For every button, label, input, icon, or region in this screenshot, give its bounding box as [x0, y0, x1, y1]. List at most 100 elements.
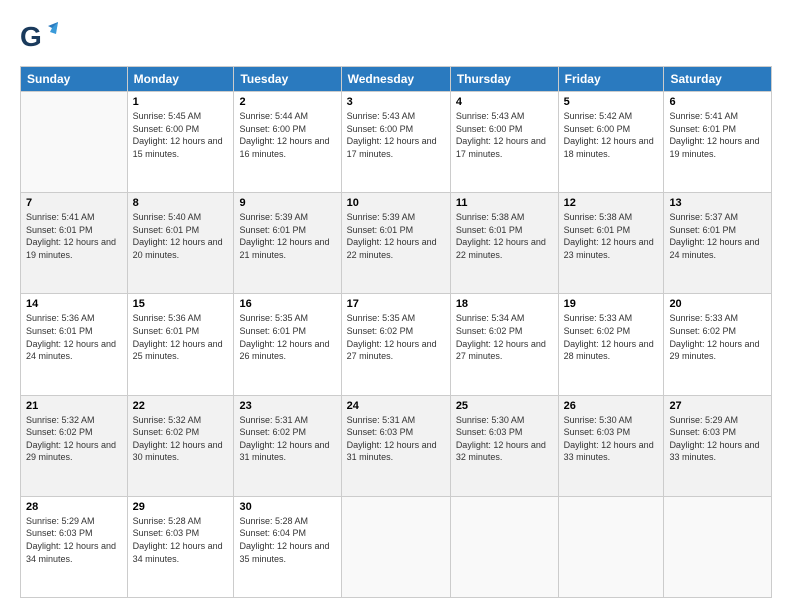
day-info: Sunrise: 5:31 AMSunset: 6:03 PMDaylight:…: [347, 414, 445, 464]
day-number: 7: [26, 197, 122, 209]
header-day-tuesday: Tuesday: [234, 67, 341, 92]
day-info: Sunrise: 5:40 AMSunset: 6:01 PMDaylight:…: [133, 211, 229, 261]
day-info: Sunrise: 5:42 AMSunset: 6:00 PMDaylight:…: [564, 110, 659, 160]
day-info: Sunrise: 5:32 AMSunset: 6:02 PMDaylight:…: [26, 414, 122, 464]
calendar-cell: 23 Sunrise: 5:31 AMSunset: 6:02 PMDayligh…: [234, 395, 341, 496]
calendar-page: G SundayMondayTuesdayWednesdayThursdayFr…: [0, 0, 792, 612]
day-number: 1: [133, 96, 229, 108]
calendar-cell: 16Sunrise: 5:35 AMSunset: 6:01 PMDayligh…: [234, 294, 341, 395]
day-number: 24: [347, 400, 445, 412]
header-day-sunday: Sunday: [21, 67, 128, 92]
day-number: 5: [564, 96, 659, 108]
calendar-cell: 25 Sunrise: 5:30 AMSunset: 6:03 PMDayligh…: [450, 395, 558, 496]
day-info: Sunrise: 5:29 AMSunset: 6:03 PMDaylight:…: [26, 515, 122, 565]
logo-icon: G: [20, 18, 58, 56]
day-info: Sunrise: 5:28 AMSunset: 6:04 PMDaylight:…: [239, 515, 335, 565]
calendar-cell: 17 Sunrise: 5:35 AMSunset: 6:02 PMDayligh…: [341, 294, 450, 395]
day-info: Sunrise: 5:43 AMSunset: 6:00 PMDaylight:…: [456, 110, 553, 160]
day-number: 6: [669, 96, 766, 108]
calendar-cell: 24 Sunrise: 5:31 AMSunset: 6:03 PMDayligh…: [341, 395, 450, 496]
calendar-week-4: 21Sunrise: 5:32 AMSunset: 6:02 PMDayligh…: [21, 395, 772, 496]
day-number: 10: [347, 197, 445, 209]
day-info: Sunrise: 5:33 AMSunset: 6:02 PMDaylight:…: [669, 312, 766, 362]
day-number: 22: [133, 400, 229, 412]
day-number: 8: [133, 197, 229, 209]
calendar-cell: [450, 496, 558, 597]
day-info: Sunrise: 5:38 AMSunset: 6:01 PMDaylight:…: [564, 211, 659, 261]
day-info: Sunrise: 5:37 AMSunset: 6:01 PMDaylight:…: [669, 211, 766, 261]
calendar-cell: 10Sunrise: 5:39 AMSunset: 6:01 PMDayligh…: [341, 193, 450, 294]
header-day-monday: Monday: [127, 67, 234, 92]
day-number: 17: [347, 298, 445, 310]
calendar-header: SundayMondayTuesdayWednesdayThursdayFrid…: [21, 67, 772, 92]
calendar-cell: 29 Sunrise: 5:28 AMSunset: 6:03 PMDayligh…: [127, 496, 234, 597]
day-info: Sunrise: 5:28 AMSunset: 6:03 PMDaylight:…: [133, 515, 229, 565]
day-info: Sunrise: 5:41 AMSunset: 6:01 PMDaylight:…: [26, 211, 122, 261]
calendar-cell: 18 Sunrise: 5:34 AMSunset: 6:02 PMDayligh…: [450, 294, 558, 395]
day-info: Sunrise: 5:36 AMSunset: 6:01 PMDaylight:…: [26, 312, 122, 362]
day-number: 20: [669, 298, 766, 310]
day-number: 29: [133, 501, 229, 513]
calendar-cell: 3Sunrise: 5:43 AMSunset: 6:00 PMDaylight…: [341, 92, 450, 193]
calendar-week-1: 1 Sunrise: 5:45 AMSunset: 6:00 PMDaylight…: [21, 92, 772, 193]
day-number: 2: [239, 96, 335, 108]
calendar-cell: 4 Sunrise: 5:43 AMSunset: 6:00 PMDaylight…: [450, 92, 558, 193]
header: G: [20, 18, 772, 56]
day-number: 30: [239, 501, 335, 513]
calendar-cell: 11 Sunrise: 5:38 AMSunset: 6:01 PMDayligh…: [450, 193, 558, 294]
day-info: Sunrise: 5:30 AMSunset: 6:03 PMDaylight:…: [456, 414, 553, 464]
day-info: Sunrise: 5:45 AMSunset: 6:00 PMDaylight:…: [133, 110, 229, 160]
calendar-cell: 6 Sunrise: 5:41 AMSunset: 6:01 PMDaylight…: [664, 92, 772, 193]
day-info: Sunrise: 5:44 AMSunset: 6:00 PMDaylight:…: [239, 110, 335, 160]
calendar-cell: 27 Sunrise: 5:29 AMSunset: 6:03 PMDayligh…: [664, 395, 772, 496]
day-number: 16: [239, 298, 335, 310]
calendar-cell: 19 Sunrise: 5:33 AMSunset: 6:02 PMDayligh…: [558, 294, 664, 395]
calendar-cell: 9 Sunrise: 5:39 AMSunset: 6:01 PMDaylight…: [234, 193, 341, 294]
calendar-table: SundayMondayTuesdayWednesdayThursdayFrid…: [20, 66, 772, 598]
calendar-week-5: 28Sunrise: 5:29 AMSunset: 6:03 PMDayligh…: [21, 496, 772, 597]
calendar-cell: 21Sunrise: 5:32 AMSunset: 6:02 PMDayligh…: [21, 395, 128, 496]
calendar-cell: 28Sunrise: 5:29 AMSunset: 6:03 PMDayligh…: [21, 496, 128, 597]
calendar-week-2: 7 Sunrise: 5:41 AMSunset: 6:01 PMDaylight…: [21, 193, 772, 294]
logo: G: [20, 18, 60, 56]
day-number: 27: [669, 400, 766, 412]
day-info: Sunrise: 5:39 AMSunset: 6:01 PMDaylight:…: [239, 211, 335, 261]
day-info: Sunrise: 5:32 AMSunset: 6:02 PMDaylight:…: [133, 414, 229, 464]
day-number: 9: [239, 197, 335, 209]
calendar-cell: 30 Sunrise: 5:28 AMSunset: 6:04 PMDayligh…: [234, 496, 341, 597]
day-info: Sunrise: 5:35 AMSunset: 6:02 PMDaylight:…: [347, 312, 445, 362]
day-number: 11: [456, 197, 553, 209]
day-number: 13: [669, 197, 766, 209]
day-number: 23: [239, 400, 335, 412]
calendar-cell: 8 Sunrise: 5:40 AMSunset: 6:01 PMDaylight…: [127, 193, 234, 294]
day-number: 4: [456, 96, 553, 108]
svg-text:G: G: [20, 21, 42, 52]
day-info: Sunrise: 5:41 AMSunset: 6:01 PMDaylight:…: [669, 110, 766, 160]
calendar-cell: 20 Sunrise: 5:33 AMSunset: 6:02 PMDayligh…: [664, 294, 772, 395]
calendar-cell: 5 Sunrise: 5:42 AMSunset: 6:00 PMDaylight…: [558, 92, 664, 193]
day-info: Sunrise: 5:38 AMSunset: 6:01 PMDaylight:…: [456, 211, 553, 261]
calendar-cell: 2 Sunrise: 5:44 AMSunset: 6:00 PMDaylight…: [234, 92, 341, 193]
day-number: 25: [456, 400, 553, 412]
day-number: 15: [133, 298, 229, 310]
calendar-cell: [341, 496, 450, 597]
day-number: 19: [564, 298, 659, 310]
day-info: Sunrise: 5:29 AMSunset: 6:03 PMDaylight:…: [669, 414, 766, 464]
day-info: Sunrise: 5:33 AMSunset: 6:02 PMDaylight:…: [564, 312, 659, 362]
calendar-cell: [558, 496, 664, 597]
day-number: 18: [456, 298, 553, 310]
day-info: Sunrise: 5:30 AMSunset: 6:03 PMDaylight:…: [564, 414, 659, 464]
calendar-cell: 14Sunrise: 5:36 AMSunset: 6:01 PMDayligh…: [21, 294, 128, 395]
header-day-saturday: Saturday: [664, 67, 772, 92]
calendar-cell: 12 Sunrise: 5:38 AMSunset: 6:01 PMDayligh…: [558, 193, 664, 294]
header-day-wednesday: Wednesday: [341, 67, 450, 92]
calendar-week-3: 14Sunrise: 5:36 AMSunset: 6:01 PMDayligh…: [21, 294, 772, 395]
day-info: Sunrise: 5:43 AMSunset: 6:00 PMDaylight:…: [347, 110, 445, 160]
calendar-cell: [21, 92, 128, 193]
header-day-thursday: Thursday: [450, 67, 558, 92]
calendar-cell: 7 Sunrise: 5:41 AMSunset: 6:01 PMDaylight…: [21, 193, 128, 294]
calendar-cell: 15Sunrise: 5:36 AMSunset: 6:01 PMDayligh…: [127, 294, 234, 395]
day-number: 12: [564, 197, 659, 209]
day-info: Sunrise: 5:31 AMSunset: 6:02 PMDaylight:…: [239, 414, 335, 464]
day-info: Sunrise: 5:34 AMSunset: 6:02 PMDaylight:…: [456, 312, 553, 362]
